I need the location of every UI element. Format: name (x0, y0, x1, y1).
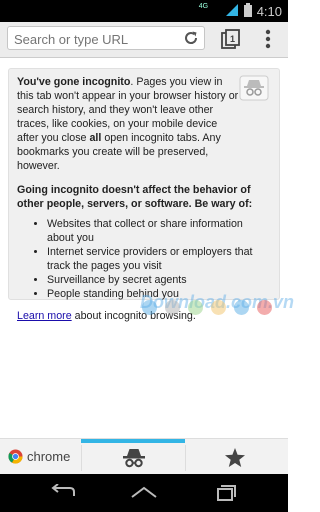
chrome-mode-button[interactable]: chrome (8, 449, 70, 464)
list-item: Internet service providers or employers … (47, 245, 271, 273)
incognito-mode-icon[interactable] (121, 447, 147, 469)
watermark-dot (234, 300, 249, 315)
recent-apps-icon[interactable] (210, 484, 240, 502)
incognito-info-card: You've gone incognito. Pages you view in… (8, 68, 280, 322)
network-type: 4G (198, 3, 209, 10)
back-icon[interactable] (48, 484, 78, 502)
learn-more-link[interactable]: Learn more (17, 310, 72, 322)
incognito-icon (239, 75, 269, 101)
signal-icon: 4G (199, 3, 239, 20)
intro-paragraph: You've gone incognito. Pages you view in… (17, 75, 271, 173)
bottom-tab-bar: chrome (0, 438, 288, 475)
intro-title: You've gone incognito (17, 76, 131, 88)
intro-bold: all (89, 132, 102, 144)
svg-text:1: 1 (230, 34, 235, 44)
home-icon[interactable] (129, 484, 159, 502)
warning-list: Websites that collect or share informati… (17, 217, 271, 301)
chrome-label: chrome (27, 449, 71, 464)
watermark-dot (165, 300, 180, 315)
warning-heading: Going incognito doesn't affect the behav… (17, 184, 253, 210)
browser-toolbar: 1 (0, 22, 288, 58)
watermark-dot (188, 300, 203, 315)
bookmarks-star-icon[interactable] (224, 447, 246, 469)
overflow-menu-icon[interactable] (258, 28, 278, 50)
reload-icon[interactable] (182, 29, 200, 47)
watermark-dot (257, 300, 272, 315)
system-nav-bar (0, 474, 288, 512)
list-item: Surveillance by secret agents (47, 273, 271, 287)
url-input[interactable] (12, 29, 184, 49)
chrome-logo-icon (8, 449, 23, 464)
omnibox[interactable] (7, 26, 205, 50)
watermark-dots (142, 300, 272, 315)
watermark-dot (211, 300, 226, 315)
tab-divider (81, 445, 82, 471)
incognito-page: You've gone incognito. Pages you view in… (0, 58, 294, 438)
watermark-dot (142, 300, 157, 315)
status-bar: 4G 4:10 (0, 0, 288, 22)
clock: 4:10 (256, 4, 282, 19)
list-item: Websites that collect or share informati… (47, 217, 271, 245)
tab-divider (185, 445, 186, 471)
tab-switcher-icon[interactable]: 1 (220, 28, 242, 50)
battery-icon (243, 3, 252, 20)
selected-tab-indicator (81, 439, 185, 443)
